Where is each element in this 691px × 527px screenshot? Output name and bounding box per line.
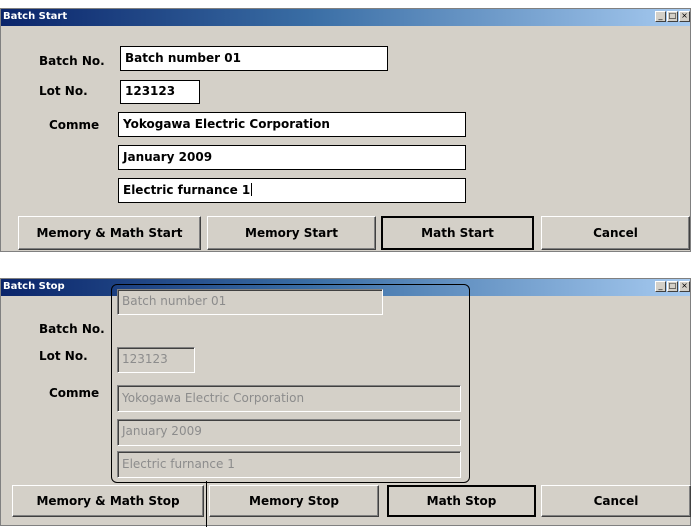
comment-2-value: January 2009 [122, 424, 202, 438]
comment-label: Comme [49, 118, 99, 132]
callout-line [206, 481, 207, 527]
memory-start-button[interactable]: Memory Start [207, 216, 376, 250]
comment-2-value: January 2009 [123, 150, 213, 164]
lot-no-input: 123123 [117, 347, 195, 373]
minimize-icon[interactable]: _ [655, 281, 666, 292]
close-icon[interactable]: × [679, 11, 690, 22]
comment-3-input[interactable]: Electric furnance 1 [118, 178, 466, 203]
comment-label: Comme [49, 386, 99, 400]
window-controls: _ □ × [655, 281, 690, 292]
batch-no-value: Batch number 01 [125, 51, 241, 65]
comment-1-input[interactable]: Yokogawa Electric Corporation [118, 112, 466, 137]
comment-3-input: Electric furnance 1 [117, 451, 461, 478]
batch-stop-window: Batch Stop _ □ × Batch No. Lot No. Comme… [0, 278, 691, 527]
batch-no-input[interactable]: Batch number 01 [120, 46, 388, 71]
text-caret [251, 183, 253, 196]
batch-no-value: Batch number 01 [122, 294, 227, 308]
memory-math-start-button[interactable]: Memory & Math Start [18, 216, 201, 250]
window-controls: _ □ × [655, 11, 690, 22]
cancel-button[interactable]: Cancel [541, 216, 690, 250]
comment-2-input: January 2009 [117, 419, 461, 446]
cancel-button[interactable]: Cancel [541, 485, 691, 517]
math-stop-button[interactable]: Math Stop [387, 485, 536, 517]
batch-no-label: Batch No. [39, 322, 105, 336]
comment-1-input: Yokogawa Electric Corporation [117, 385, 461, 412]
lot-no-label: Lot No. [39, 349, 88, 363]
lot-no-input[interactable]: 123123 [120, 80, 200, 104]
comment-3-value: Electric furnance 1 [123, 183, 251, 197]
batch-start-window: Batch Start _ □ × Batch No. Lot No. Comm… [0, 8, 691, 252]
comment-1-value: Yokogawa Electric Corporation [122, 391, 305, 405]
batch-start-titlebar[interactable]: Batch Start _ □ × [1, 9, 690, 26]
maximize-icon[interactable]: □ [667, 281, 678, 292]
comment-1-value: Yokogawa Electric Corporation [123, 117, 330, 131]
batch-no-label: Batch No. [39, 54, 105, 68]
minimize-icon[interactable]: _ [655, 11, 666, 22]
window-title: Batch Stop [3, 281, 65, 292]
maximize-icon[interactable]: □ [667, 11, 678, 22]
math-start-button[interactable]: Math Start [381, 216, 534, 250]
memory-stop-button[interactable]: Memory Stop [209, 485, 379, 517]
memory-math-stop-button[interactable]: Memory & Math Stop [12, 485, 204, 517]
lot-no-value: 123123 [122, 352, 168, 366]
comment-2-input[interactable]: January 2009 [118, 145, 466, 170]
close-icon[interactable]: × [679, 281, 690, 292]
lot-no-label: Lot No. [39, 84, 88, 98]
window-title: Batch Start [3, 11, 68, 22]
comment-3-value: Electric furnance 1 [122, 457, 235, 471]
batch-no-input: Batch number 01 [117, 289, 383, 315]
lot-no-value: 123123 [125, 84, 176, 98]
